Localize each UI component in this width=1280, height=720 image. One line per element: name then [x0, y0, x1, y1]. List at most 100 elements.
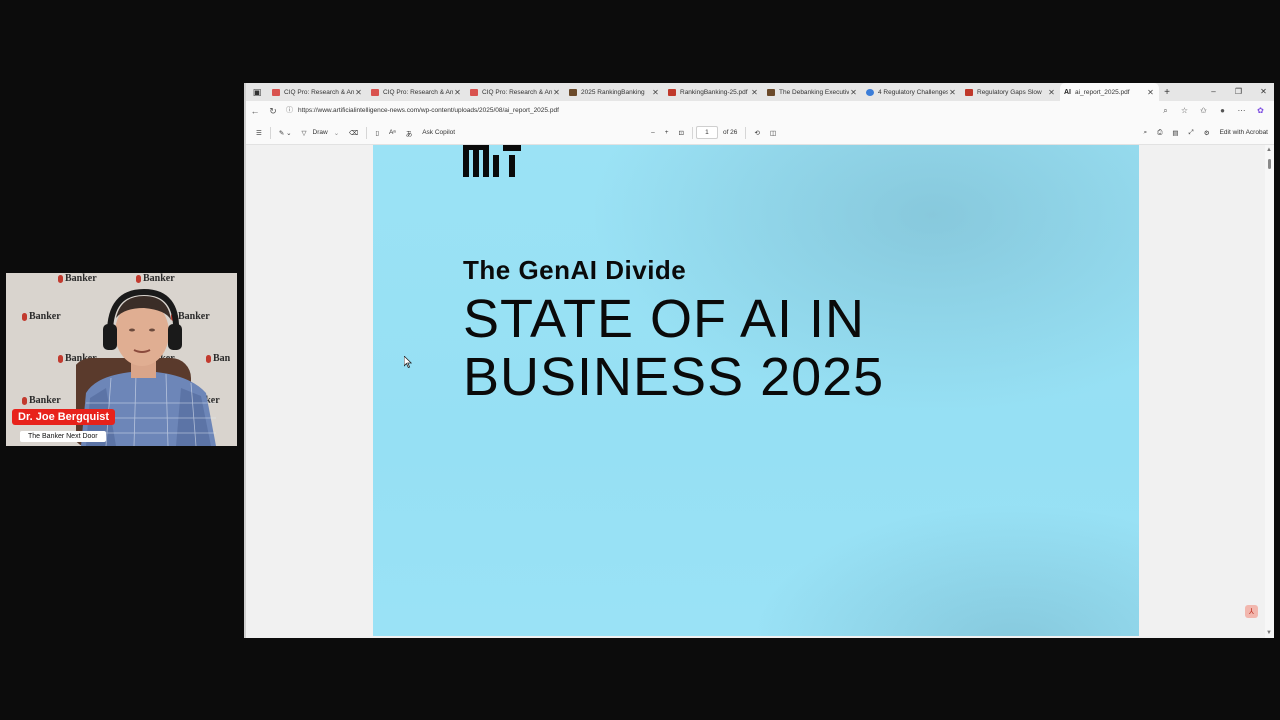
fit-page-icon[interactable]: ⊡ — [674, 121, 689, 145]
toolbar-divider — [269, 126, 271, 139]
chevron-down-icon: ⌄ — [333, 129, 340, 137]
pdf-favicon-icon — [668, 88, 676, 96]
print-icon[interactable]: ⎙ — [1152, 121, 1167, 145]
settings-gear-icon[interactable]: ⚙ — [1199, 121, 1215, 145]
new-tab-icon[interactable]: + — [1159, 87, 1175, 98]
close-tab-icon[interactable]: ✕ — [552, 88, 561, 97]
edit-with-acrobat-button[interactable]: Edit with Acrobat — [1215, 121, 1274, 145]
mouse-cursor-icon — [404, 356, 412, 368]
tab-rankingbanking[interactable]: 2025 RankingBanking ✕ — [565, 83, 664, 101]
close-tab-icon[interactable]: ✕ — [948, 88, 957, 97]
close-tab-icon[interactable]: ✕ — [354, 88, 363, 97]
ask-copilot-label: Ask Copilot — [422, 129, 456, 136]
minimize-icon[interactable]: – — [1201, 83, 1226, 101]
scroll-down-icon[interactable]: ▼ — [1266, 630, 1272, 636]
tab-title: CIQ Pro: Research & Analysis — [383, 88, 453, 96]
tab-favicon-icon: AI — [1064, 88, 1071, 96]
close-tab-icon[interactable]: ✕ — [453, 88, 462, 97]
site-info-icon[interactable]: ⓘ — [286, 104, 293, 118]
close-tab-icon[interactable]: ✕ — [1047, 88, 1056, 97]
tab-favicon-icon — [569, 88, 577, 96]
presenter-lower-third: Dr. Joe Bergquist The Banker Next Door — [12, 407, 116, 443]
restore-icon[interactable]: ❐ — [1226, 83, 1251, 101]
draw-label: Draw — [312, 129, 328, 136]
vertical-scrollbar[interactable]: ▲ ▼ — [1265, 145, 1274, 638]
pdf-page: The GenAI Divide STATE OF AI IN BUSINESS… — [373, 145, 1139, 636]
scroll-up-icon[interactable]: ▲ — [1266, 147, 1272, 153]
webcam-feed: Banker Banker Banker Banker Banker Banke… — [6, 273, 237, 446]
page-total: of 26 — [722, 129, 738, 136]
close-tab-icon[interactable]: ✕ — [750, 88, 759, 97]
tab-favicon-icon — [371, 88, 379, 96]
pdf-toolbar: ☰ ✎ ⌄ ▽ Draw ⌄ ⌫ ▯ Aᵃ あ Ask Copilot – + … — [246, 121, 1274, 145]
tab-title: The Debanking Executive — [779, 88, 849, 96]
close-window-icon[interactable]: ✕ — [1251, 83, 1274, 101]
draw-button[interactable]: ▽ Draw ⌄ — [297, 121, 345, 145]
toolbar-divider — [691, 126, 693, 139]
edit-with-acrobat-label: Edit with Acrobat — [1219, 129, 1268, 136]
page-number-input[interactable]: 1 — [695, 126, 718, 139]
tab-favicon-icon — [767, 88, 775, 96]
fullscreen-icon[interactable]: ⤢ — [1184, 121, 1199, 145]
erase-icon[interactable]: ⌫ — [344, 121, 363, 145]
close-tab-icon[interactable]: ✕ — [1146, 88, 1155, 97]
pdf-viewer[interactable]: The GenAI Divide STATE OF AI IN BUSINESS… — [246, 145, 1274, 638]
tab-favicon-icon — [866, 88, 874, 96]
url-field[interactable]: ⓘ https://www.artificialintelligence-new… — [286, 104, 1156, 118]
backdrop-logo: Banker — [136, 273, 175, 284]
translate-icon[interactable]: あ — [401, 121, 418, 145]
close-tab-icon[interactable]: ✕ — [651, 88, 660, 97]
copilot-icon[interactable]: ✿ — [1251, 106, 1270, 116]
read-aloud-icon[interactable]: Aᵃ — [384, 121, 401, 145]
tab-ai-report[interactable]: AI ai_report_2025.pdf ✕ — [1060, 83, 1159, 101]
zoom-icon[interactable]: ⌕ — [1156, 106, 1175, 116]
contents-icon[interactable]: ☰ — [246, 121, 267, 145]
ask-copilot-button[interactable]: Ask Copilot — [417, 121, 460, 145]
tab-favicon-icon — [272, 88, 280, 96]
tab-bar: ▣ CIQ Pro: Research & Analysis ✕ CIQ Pro… — [246, 83, 1274, 101]
tab-rankingbanking-pdf[interactable]: RankingBanking-25.pdf ✕ — [664, 83, 763, 101]
tab-actions-icon[interactable]: ▣ — [246, 83, 268, 101]
acrobat-floating-icon[interactable]: ⅄ — [1245, 605, 1258, 618]
more-menu-icon[interactable]: ⋯ — [1232, 106, 1251, 116]
tab-title: 2025 RankingBanking — [581, 88, 645, 96]
tab-ciq-1[interactable]: CIQ Pro: Research & Analysis ✕ — [268, 83, 367, 101]
search-icon[interactable]: ⌕ — [1139, 121, 1153, 145]
tab-regulatory-gaps[interactable]: Regulatory Gaps Slow ✕ — [961, 83, 1060, 101]
browser-window: ▣ CIQ Pro: Research & Analysis ✕ CIQ Pro… — [244, 83, 1274, 638]
back-icon[interactable]: ← — [246, 106, 264, 116]
tab-favicon-icon — [470, 88, 478, 96]
url-text: https://www.artificialintelligence-news.… — [298, 107, 559, 114]
backdrop-logo: Banker — [22, 311, 61, 322]
refresh-icon[interactable]: ↻ — [264, 106, 282, 117]
tab-title: ai_report_2025.pdf — [1075, 88, 1130, 96]
rotate-icon[interactable]: ⟲ — [749, 121, 764, 145]
tab-title: Regulatory Gaps Slow — [977, 88, 1042, 96]
two-page-icon[interactable]: ◫ — [765, 121, 781, 145]
presenter-name: Dr. Joe Bergquist — [12, 409, 116, 425]
address-bar: ← ↻ ⓘ https://www.artificialintelligence… — [246, 101, 1274, 121]
close-tab-icon[interactable]: ✕ — [849, 88, 858, 97]
zoom-in-icon[interactable]: + — [660, 121, 674, 145]
report-title-line: STATE OF AI IN — [463, 289, 866, 349]
highlight-icon[interactable]: ✎ ⌄ — [274, 121, 297, 145]
page-view-icon[interactable]: ▯ — [370, 121, 384, 145]
tab-ciq-2[interactable]: CIQ Pro: Research & Analysis ✕ — [367, 83, 466, 101]
zoom-out-icon[interactable]: – — [646, 121, 660, 145]
favorite-star-icon[interactable]: ☆ — [1175, 106, 1194, 116]
report-title: STATE OF AI IN BUSINESS 2025 — [463, 290, 884, 406]
tab-title: CIQ Pro: Research & Analysis — [482, 88, 552, 96]
save-icon[interactable]: ▤ — [1167, 121, 1183, 145]
screen: ▣ CIQ Pro: Research & Analysis ✕ CIQ Pro… — [0, 0, 1280, 720]
draw-icon: ▽ — [301, 129, 307, 137]
favorites-icon[interactable]: ✩ — [1194, 106, 1213, 116]
report-title-line: BUSINESS 2025 — [463, 347, 885, 407]
address-bar-actions: ⌕ ☆ ✩ ● ⋯ ✿ — [1156, 106, 1270, 116]
tab-regulatory-challenges[interactable]: 4 Regulatory Challenges ✕ — [862, 83, 961, 101]
presenter-organization: The Banker Next Door — [20, 431, 106, 442]
profile-avatar-icon[interactable]: ● — [1213, 106, 1232, 116]
scrollbar-thumb[interactable] — [1268, 159, 1271, 169]
tab-ciq-3[interactable]: CIQ Pro: Research & Analysis ✕ — [466, 83, 565, 101]
toolbar-divider — [745, 126, 747, 139]
tab-debanking[interactable]: The Debanking Executive ✕ — [763, 83, 862, 101]
